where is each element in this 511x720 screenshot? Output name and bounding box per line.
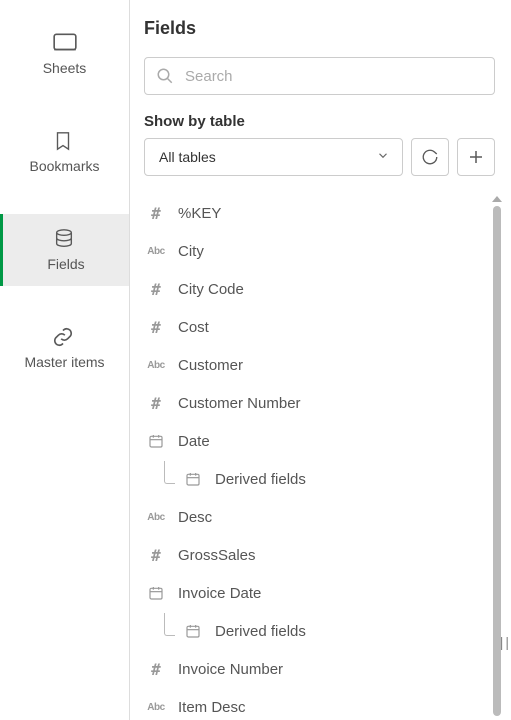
sidebar-item-sheets[interactable]: Sheets <box>0 18 129 90</box>
field-label: Invoice Number <box>178 661 283 678</box>
field-label: Desc <box>178 509 212 526</box>
scroll-up-icon <box>492 196 502 202</box>
fields-panel: Fields Show by table All tables # %KEY Abc… <box>130 0 511 720</box>
field-label: City <box>178 243 204 260</box>
link-icon <box>52 326 78 348</box>
add-button[interactable] <box>457 138 495 176</box>
field-label: Cost <box>178 319 209 336</box>
sidebar-label: Bookmarks <box>29 158 99 174</box>
field-label: Date <box>178 433 210 450</box>
search-input[interactable] <box>144 57 495 95</box>
field-row[interactable]: Derived fields <box>144 612 487 650</box>
date-type-icon <box>181 623 205 639</box>
field-row[interactable]: Abc Desc <box>144 498 487 536</box>
sidebar-label: Fields <box>47 256 84 272</box>
search-icon <box>156 67 174 85</box>
sidebar-item-fields[interactable]: Fields <box>0 214 129 286</box>
date-type-icon <box>181 471 205 487</box>
refresh-button[interactable] <box>411 138 449 176</box>
date-type-icon <box>144 585 168 601</box>
text-type-icon: Abc <box>144 246 168 257</box>
sidebar-label: Master items <box>24 354 104 370</box>
field-row[interactable]: Abc Customer <box>144 346 487 384</box>
table-select[interactable]: All tables <box>144 138 403 176</box>
field-label: Customer <box>178 357 243 374</box>
field-label: Derived fields <box>215 471 306 488</box>
field-row[interactable]: Abc City <box>144 232 487 270</box>
sheet-icon <box>52 32 78 54</box>
field-row[interactable]: Derived fields <box>144 460 487 498</box>
field-row[interactable]: Abc Item Desc <box>144 688 487 720</box>
sidebar-item-bookmarks[interactable]: Bookmarks <box>0 116 129 188</box>
database-icon <box>53 228 79 250</box>
number-type-icon: # <box>144 394 168 413</box>
drag-handle-icon[interactable]: || <box>500 634 511 650</box>
number-type-icon: # <box>144 546 168 565</box>
toolbar: All tables <box>144 138 495 176</box>
field-row[interactable]: # Customer Number <box>144 384 487 422</box>
refresh-icon <box>421 148 439 166</box>
field-row[interactable]: Date <box>144 422 487 460</box>
table-select-value: All tables <box>159 149 216 165</box>
field-row[interactable]: # GrossSales <box>144 536 487 574</box>
field-row[interactable]: Invoice Date <box>144 574 487 612</box>
bookmark-icon <box>52 130 78 152</box>
sidebar: Sheets Bookmarks Fields Master items <box>0 0 130 720</box>
number-type-icon: # <box>144 280 168 299</box>
sidebar-label: Sheets <box>43 60 87 76</box>
date-type-icon <box>144 433 168 449</box>
show-by-table-label: Show by table <box>144 113 503 130</box>
field-row[interactable]: # %KEY <box>144 194 487 232</box>
field-row[interactable]: # Cost <box>144 308 487 346</box>
number-type-icon: # <box>144 318 168 337</box>
number-type-icon: # <box>144 204 168 223</box>
field-label: Invoice Date <box>178 585 261 602</box>
field-list-scroll[interactable]: # %KEY Abc City # City Code # Cost Abc Customer # C… <box>144 194 503 720</box>
field-label: Customer Number <box>178 395 301 412</box>
text-type-icon: Abc <box>144 360 168 371</box>
field-label: Item Desc <box>178 699 246 716</box>
chevron-down-icon <box>376 149 390 166</box>
field-row[interactable]: # Invoice Number <box>144 650 487 688</box>
plus-icon <box>467 148 485 166</box>
field-label: %KEY <box>178 205 221 222</box>
number-type-icon: # <box>144 660 168 679</box>
field-label: GrossSales <box>178 547 256 564</box>
field-label: City Code <box>178 281 244 298</box>
panel-title: Fields <box>144 18 503 39</box>
field-label: Derived fields <box>215 623 306 640</box>
field-row[interactable]: # City Code <box>144 270 487 308</box>
sidebar-item-master-items[interactable]: Master items <box>0 312 129 384</box>
text-type-icon: Abc <box>144 512 168 523</box>
text-type-icon: Abc <box>144 702 168 713</box>
search-wrap <box>144 57 495 95</box>
